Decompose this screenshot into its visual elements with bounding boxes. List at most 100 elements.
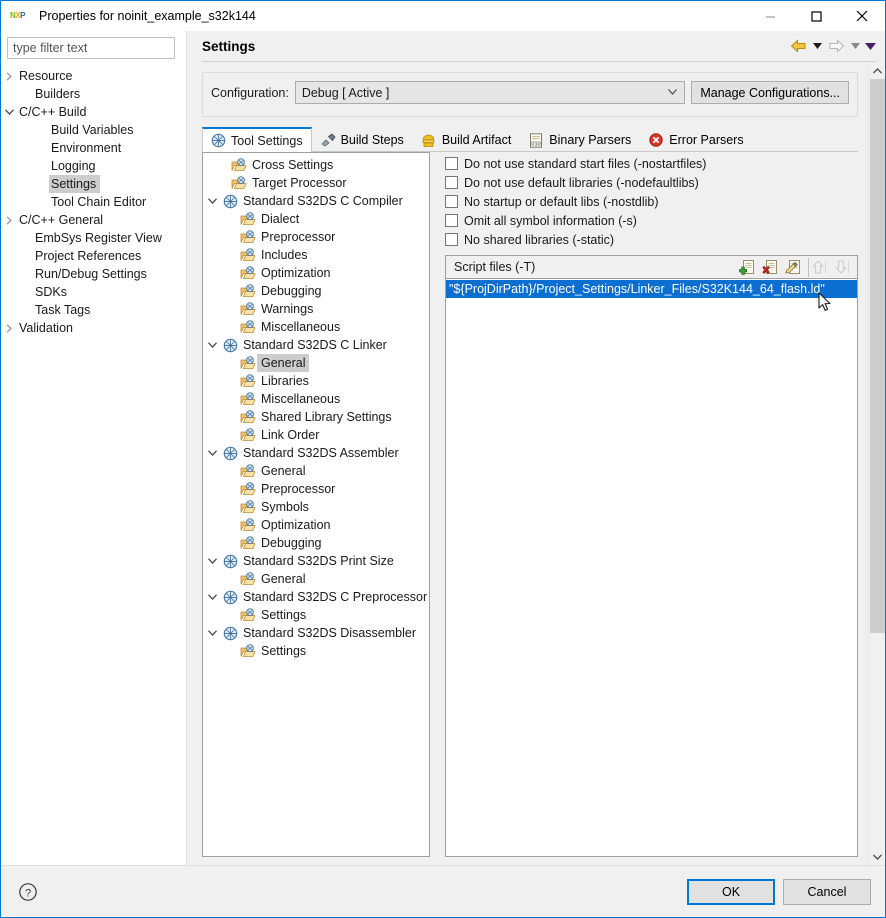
sidebar-item-environment[interactable]: Environment [1,139,186,157]
scroll-down-icon[interactable] [869,848,886,865]
sidebar-item-tool-chain-editor[interactable]: Tool Chain Editor [1,193,186,211]
configuration-select[interactable]: Debug [ Active ] [294,81,686,104]
linker-option-row[interactable]: No shared libraries (-static) [445,230,858,249]
ok-button[interactable]: OK [687,878,775,905]
chevron-down-icon[interactable] [203,198,221,204]
tool-tree-item[interactable]: General [203,354,429,372]
help-icon[interactable]: ? [15,879,41,905]
tool-tree-label: Symbols [261,500,309,514]
sidebar-item-label: Build Variables [51,123,134,137]
sidebar-item-resource[interactable]: Resource [1,67,186,85]
cancel-button[interactable]: Cancel [783,878,871,905]
linker-option-row[interactable]: No startup or default libs (-nostdlib) [445,192,858,211]
chevron-down-icon[interactable] [1,103,17,121]
tab-binary-parsers[interactable]: 010 Binary Parsers [520,127,640,152]
sidebar-item-settings[interactable]: Settings [1,175,186,193]
checkbox-label: Do not use default libraries (-nodefault… [464,175,699,190]
minimize-icon[interactable] [747,1,793,31]
chevron-down-icon[interactable] [203,342,221,348]
tool-tree-item[interactable]: Cross Settings [203,156,429,174]
sidebar-item-c-c-build[interactable]: C/C++ Build [1,103,186,121]
checkbox-icon[interactable] [445,157,458,170]
back-history-chevron-down-icon[interactable] [810,35,824,57]
tool-tree-item[interactable]: Preprocessor [203,480,429,498]
view-menu-triangle-down-icon[interactable] [863,35,877,57]
add-icon[interactable] [737,258,757,277]
sidebar-item-validation[interactable]: Validation [1,319,186,337]
delete-icon[interactable] [760,258,780,277]
sidebar-item-build-variables[interactable]: Build Variables [1,121,186,139]
tool-tree-item[interactable]: Libraries [203,372,429,390]
filter-input[interactable] [13,41,169,55]
tab-build-artifact[interactable]: Build Artifact [413,127,520,152]
checkbox-icon[interactable] [445,195,458,208]
tool-tree-item[interactable]: Standard S32DS C Compiler [203,192,429,210]
maximize-icon[interactable] [793,1,839,31]
edit-icon[interactable] [783,258,803,277]
sidebar-item-embsys-register-view[interactable]: EmbSys Register View [1,229,186,247]
move-up-icon [808,257,830,277]
linker-option-row[interactable]: Omit all symbol information (-s) [445,211,858,230]
chevron-right-icon[interactable] [1,319,17,337]
tool-tree-item[interactable]: Includes [203,246,429,264]
tool-tree-item[interactable]: General [203,570,429,588]
scroll-up-icon[interactable] [869,62,886,79]
chevron-down-icon[interactable] [203,450,221,456]
tool-tree-item[interactable]: Preprocessor [203,228,429,246]
tool-tree-item[interactable]: Standard S32DS Assembler [203,444,429,462]
settings-tree[interactable]: Resource Builders C/C++ Build Build Variabl… [1,65,186,865]
tool-tree-item[interactable]: Optimization [203,516,429,534]
tool-tree-item[interactable]: Standard S32DS C Linker [203,336,429,354]
tool-tree-item[interactable]: Debugging [203,282,429,300]
tool-tree-item[interactable]: Settings [203,642,429,660]
chevron-right-icon[interactable] [1,67,17,85]
chevron-down-icon[interactable] [203,558,221,564]
chevron-down-icon[interactable] [203,594,221,600]
tool-tree-item[interactable]: Standard S32DS Disassembler [203,624,429,642]
tab-tool-settings[interactable]: Tool Settings [202,127,312,152]
tool-tree-item[interactable]: Debugging [203,534,429,552]
back-arrow-icon[interactable] [787,35,809,57]
tool-tree-item[interactable]: Miscellaneous [203,390,429,408]
tool-tree-item[interactable]: Miscellaneous [203,318,429,336]
scrollbar-thumb[interactable] [869,79,885,633]
tab-build-steps[interactable]: Build Steps [312,127,413,152]
sidebar-item-c-c-general[interactable]: C/C++ General [1,211,186,229]
sidebar-item-builders[interactable]: Builders [1,85,186,103]
sidebar-item-logging[interactable]: Logging [1,157,186,175]
tool-tree-item[interactable]: Warnings [203,300,429,318]
tool-tree-item[interactable]: Standard S32DS Print Size [203,552,429,570]
tool-tree-item[interactable]: Dialect [203,210,429,228]
tool-tree-item[interactable]: Symbols [203,498,429,516]
tool-tree-item[interactable]: Optimization [203,264,429,282]
sidebar-item-run-debug-settings[interactable]: Run/Debug Settings [1,265,186,283]
tool-options-tree[interactable]: Cross Settings Target Processor Standard S… [202,152,430,857]
script-file-item[interactable]: "${ProjDirPath}/Project_Settings/Linker_… [446,280,857,298]
chevron-down-icon[interactable] [203,630,221,636]
filter-box[interactable] [7,37,175,59]
checkbox-icon[interactable] [445,233,458,246]
tool-tree-item[interactable]: Link Order [203,426,429,444]
scrollbar-track[interactable] [869,79,886,848]
close-icon[interactable] [839,1,885,31]
sidebar-item-sdks[interactable]: SDKs [1,283,186,301]
tab-error-parsers[interactable]: Error Parsers [640,127,752,152]
tool-tree-item[interactable]: General [203,462,429,480]
linker-option-row[interactable]: Do not use default libraries (-nodefault… [445,173,858,192]
sidebar-item-label: C/C++ Build [19,105,87,119]
tool-tree-item[interactable]: Settings [203,606,429,624]
sidebar-item-task-tags[interactable]: Task Tags [1,301,186,319]
script-files-items[interactable]: "${ProjDirPath}/Project_Settings/Linker_… [446,279,857,856]
manage-configurations-button[interactable]: Manage Configurations... [691,81,849,104]
tool-tree-item[interactable]: Target Processor [203,174,429,192]
checkbox-icon[interactable] [445,214,458,227]
linker-option-row[interactable]: Do not use standard start files (-nostar… [445,154,858,173]
tool-tree-item[interactable]: Standard S32DS C Preprocessor [203,588,429,606]
forward-history-chevron-down-icon[interactable] [848,35,862,57]
tool-tree-item[interactable]: Shared Library Settings [203,408,429,426]
settings-vertical-scrollbar[interactable] [868,62,885,865]
tool-tree-label: Miscellaneous [261,320,341,334]
chevron-right-icon[interactable] [1,211,17,229]
sidebar-item-project-references[interactable]: Project References [1,247,186,265]
checkbox-icon[interactable] [445,176,458,189]
